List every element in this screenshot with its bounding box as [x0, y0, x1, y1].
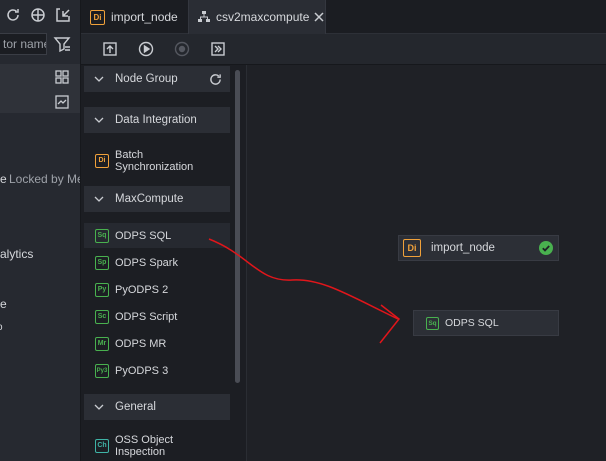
- item-label: Batch Synchronization: [115, 149, 194, 173]
- item-label: PyODPS 2: [115, 283, 169, 296]
- search-input[interactable]: tor name: [0, 33, 47, 55]
- refresh-icon[interactable]: [4, 6, 21, 23]
- sp-icon: Sp: [95, 255, 109, 270]
- item-batch-synchronization[interactable]: Di Batch Synchronization: [84, 147, 230, 175]
- tab-import-node[interactable]: Di import_node: [86, 0, 188, 34]
- filter-icon[interactable]: [53, 35, 71, 53]
- submit-icon[interactable]: [100, 39, 120, 59]
- canvas-node-odps-sql[interactable]: Sq ODPS SQL: [413, 310, 559, 336]
- item-oss-object-inspection[interactable]: Ch OSS Object Inspection: [84, 432, 230, 460]
- workflow-toolbar: [81, 34, 606, 65]
- sc-icon: Sc: [95, 309, 109, 324]
- workflow-canvas[interactable]: Di import_node Sq ODPS SQL: [247, 65, 606, 461]
- refresh-icon[interactable]: [209, 73, 222, 86]
- item-pyodps-2[interactable]: Py PyODPS 2: [84, 277, 230, 302]
- item-odps-sql[interactable]: Sq ODPS SQL: [84, 223, 230, 248]
- item-label: OSS Object Inspection: [115, 434, 174, 458]
- group-data-integration[interactable]: Data Integration: [84, 107, 230, 133]
- item-label: ODPS Script: [115, 310, 178, 323]
- node-palette: Node Group Data Integration Di Batch Syn…: [81, 65, 247, 461]
- sq-icon: Sq: [426, 316, 439, 330]
- item-pyodps-3[interactable]: Py3 PyODPS 3: [84, 358, 230, 383]
- group-node-group[interactable]: Node Group: [84, 66, 230, 92]
- node-label: import_node: [431, 242, 495, 254]
- chevron-down-icon: [94, 74, 104, 84]
- item-odps-script[interactable]: Sc ODPS Script: [84, 304, 230, 329]
- locked-by-me-label[interactable]: Locked by Me: [9, 172, 80, 186]
- truncated-label-2[interactable]: e: [0, 297, 7, 311]
- sidebar-toolbar: [4, 6, 71, 23]
- item-odps-mr[interactable]: Mr ODPS MR: [84, 331, 230, 356]
- import-icon[interactable]: [54, 6, 71, 23]
- palette-scrollbar[interactable]: [235, 70, 240, 383]
- truncated-glyph: o: [0, 322, 3, 333]
- canvas-node-import-node[interactable]: Di import_node: [398, 235, 559, 261]
- di-icon: Di: [90, 9, 105, 25]
- editor-tab-bar: Di import_node csv2maxcompute: [81, 0, 606, 34]
- grid-view-icon[interactable]: [55, 70, 69, 84]
- item-label: ODPS Spark: [115, 256, 178, 269]
- tab-label: import_node: [111, 10, 178, 24]
- mr-icon: Mr: [95, 336, 109, 351]
- group-general[interactable]: General: [84, 394, 230, 420]
- di-icon: Di: [95, 154, 109, 168]
- group-label: Node Group: [115, 73, 178, 85]
- group-label: Data Integration: [115, 114, 197, 126]
- di-icon: Di: [403, 239, 421, 257]
- chevron-down-icon: [94, 115, 104, 125]
- truncated-label: e: [0, 172, 7, 186]
- tab-csv2maxcompute[interactable]: csv2maxcompute: [188, 0, 326, 34]
- sq-icon: Sq: [95, 228, 109, 243]
- node-label: ODPS SQL: [445, 317, 499, 329]
- item-label: PyODPS 3: [115, 364, 169, 377]
- item-odps-spark[interactable]: Sp ODPS Spark: [84, 250, 230, 275]
- group-label: General: [115, 401, 156, 413]
- chevron-down-icon: [94, 194, 104, 204]
- workflow-icon: [197, 10, 211, 24]
- group-label: MaxCompute: [115, 193, 184, 205]
- py3-icon: Py3: [95, 363, 109, 378]
- truncated-analytics-label[interactable]: alytics: [0, 247, 33, 261]
- run-icon[interactable]: [136, 39, 156, 59]
- chart-view-icon[interactable]: [55, 95, 69, 109]
- item-label: ODPS MR: [115, 337, 167, 350]
- workspace-sidebar: tor name e Locked by Me alytics e o: [0, 0, 81, 461]
- chevron-down-icon: [94, 402, 104, 412]
- tab-label: csv2maxcompute: [216, 10, 310, 24]
- item-label: ODPS SQL: [115, 229, 172, 242]
- format-icon[interactable]: [208, 39, 228, 59]
- success-check-icon: [539, 241, 553, 255]
- close-icon[interactable]: [313, 11, 325, 23]
- locate-icon[interactable]: [29, 6, 46, 23]
- py-icon: Py: [95, 282, 109, 297]
- stop-icon[interactable]: [172, 39, 192, 59]
- ch-icon: Ch: [95, 439, 109, 453]
- group-maxcompute[interactable]: MaxCompute: [84, 186, 230, 212]
